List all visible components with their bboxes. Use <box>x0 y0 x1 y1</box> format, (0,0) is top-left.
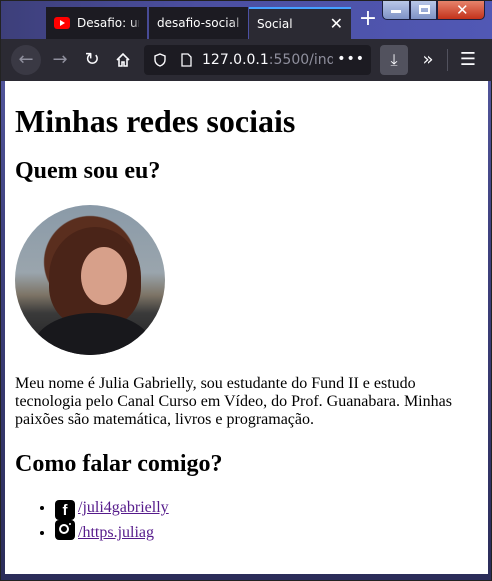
facebook-icon: f <box>55 500 75 520</box>
list-item: f/juli4gabrielly <box>55 496 478 520</box>
instagram-icon <box>55 520 75 540</box>
tab-label: desafio-social <box>157 16 240 30</box>
maximize-button[interactable] <box>410 1 437 20</box>
list-item: /https.juliag <box>55 520 478 545</box>
forward-arrow-icon: → <box>52 49 68 70</box>
profile-photo <box>15 205 165 355</box>
back-arrow-icon: ← <box>18 49 34 70</box>
toolbar-divider <box>447 49 448 71</box>
tab-social[interactable]: Social ✕ <box>249 7 351 39</box>
bio-paragraph: Meu nome é Julia Gabrielly, sou estudant… <box>15 375 452 428</box>
tab-bar: Desafio: un desafio-social Social ✕ + ✕ <box>1 1 492 39</box>
tab-desafio-social[interactable]: desafio-social <box>149 7 248 39</box>
close-tab-icon[interactable]: ✕ <box>330 16 343 32</box>
close-window-button[interactable]: ✕ <box>437 1 485 20</box>
tab-label: Social <box>257 17 293 31</box>
more-icon[interactable]: ••• <box>333 51 365 67</box>
youtube-icon <box>54 17 70 29</box>
instagram-link[interactable]: /https.juliag <box>78 524 154 541</box>
social-links-list: f/juli4gabrielly /https.juliag <box>15 496 478 545</box>
reload-button[interactable]: ↻ <box>77 45 107 75</box>
contact-heading: Como falar comigo? <box>15 451 223 477</box>
facebook-link[interactable]: /juli4gabrielly <box>78 499 169 516</box>
shield-icon[interactable] <box>153 53 167 67</box>
url-host: 127.0.0.1 <box>202 52 269 68</box>
chevron-double-right-icon: » <box>422 49 434 70</box>
menu-button[interactable]: ☰ <box>456 45 480 75</box>
download-icon: ⤓ <box>390 50 398 69</box>
overflow-button[interactable]: » <box>416 45 440 75</box>
nav-toolbar: ← → ↻ 127.0.0.1:5500/index. ••• ⤓ » ☰ <box>1 39 492 81</box>
hamburger-menu-icon: ☰ <box>459 49 477 70</box>
home-button[interactable] <box>108 45 138 75</box>
page-icon[interactable] <box>179 53 193 67</box>
reload-icon: ↻ <box>84 49 100 70</box>
address-bar[interactable]: 127.0.0.1:5500/index. ••• <box>144 45 371 75</box>
browser-window: Desafio: un desafio-social Social ✕ + ✕ … <box>0 0 492 581</box>
new-tab-button[interactable]: + <box>357 8 379 31</box>
tab-youtube[interactable]: Desafio: un <box>46 7 147 39</box>
back-button[interactable]: ← <box>11 45 41 75</box>
minimize-button[interactable] <box>382 1 410 20</box>
about-heading: Quem sou eu? <box>15 158 161 184</box>
download-button[interactable]: ⤓ <box>380 45 408 75</box>
forward-button[interactable]: → <box>45 45 75 75</box>
home-icon <box>116 52 130 67</box>
page-content: Minhas redes sociais Quem sou eu? Meu no… <box>5 81 488 574</box>
page-title: Minhas redes sociais <box>15 103 296 139</box>
